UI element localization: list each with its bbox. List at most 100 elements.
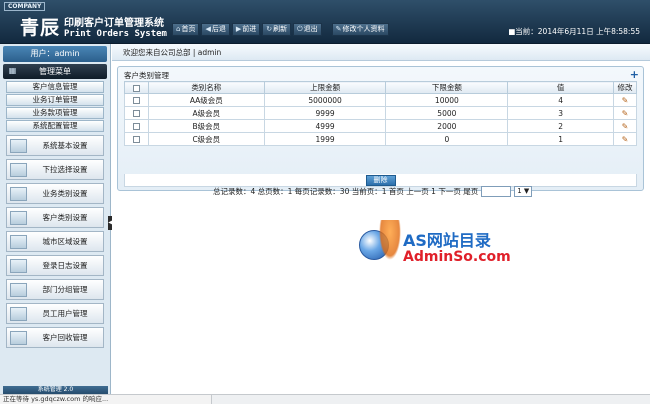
logout-button-label: 退出 — [303, 25, 318, 33]
sidebar-footer: 系统管理 2.0 — [3, 386, 108, 394]
back-button[interactable]: ◀ 后退 — [201, 23, 230, 36]
cell-name: AA级会员 — [147, 93, 265, 107]
edit-icon[interactable]: ✎ — [620, 109, 629, 118]
sidebar-item-department[interactable]: 部门分组管理 — [6, 279, 104, 300]
app-header: COMPANY 青辰 印刷客户订单管理系统 Print Orders Syste… — [0, 0, 650, 44]
logout-icon: ⏻ — [297, 25, 303, 33]
cell-edit: ✎ — [612, 119, 638, 133]
forward-button[interactable]: ▶ 前进 — [231, 23, 261, 36]
forward-button-label: 前进 — [242, 25, 257, 33]
home-button[interactable]: ⌂ 首页 — [172, 23, 200, 36]
cell-edit: ✎ — [612, 106, 638, 120]
sidebar-item-label: 客户回收管理 — [42, 333, 88, 342]
grid-icon: ▦ — [8, 66, 17, 75]
window-icon — [10, 186, 27, 201]
customer-category-panel: 客户类别管理 + 类别名称 上限金额 下限金额 值 修改 AA级会员 50000… — [117, 66, 644, 197]
row-checkbox[interactable] — [132, 97, 140, 104]
page-select[interactable]: 1 ▼ — [514, 186, 533, 197]
sidebar-item-label: 客户类别设置 — [42, 213, 88, 222]
home-icon: ⌂ — [176, 25, 181, 33]
sidebar-item-label: 部门分组管理 — [42, 285, 88, 294]
window-icon — [10, 234, 27, 249]
window-icon — [10, 138, 27, 153]
cell-edit: ✎ — [612, 132, 638, 146]
sidebar-item-label: 城市区域设置 — [42, 237, 88, 246]
sidebar-item-city-region[interactable]: 城市区域设置 — [6, 231, 104, 252]
sidebar-item-orders[interactable]: 业务订单管理 — [6, 94, 104, 106]
row-select-cell — [124, 106, 149, 120]
company-badge: COMPANY — [4, 2, 46, 11]
sidebar-item-login-log[interactable]: 登录日志设置 — [6, 255, 104, 276]
cell-lower: 10000 — [385, 93, 509, 107]
window-icon — [10, 162, 27, 177]
table-row: A级会员 9999 5000 3 ✎ — [124, 106, 638, 120]
row-checkbox[interactable] — [132, 136, 140, 143]
page-jump-input[interactable] — [481, 186, 512, 197]
current-user: 用户：admin — [3, 46, 107, 62]
menu-title-label: 管理菜单 — [39, 67, 71, 76]
welcome-bar: 欢迎您来自公司总部 | admin — [112, 44, 650, 61]
cell-lower: 2000 — [385, 119, 509, 133]
sidebar-item-basic-settings[interactable]: 系统基本设置 — [6, 135, 104, 156]
edit-profile-button[interactable]: ✎ 修改个人资料 — [331, 23, 389, 36]
window-icon — [10, 210, 27, 225]
watermark-logo: AS网站目录 AdminSo.com — [359, 218, 519, 276]
watermark-line2: AdminSo.com — [403, 249, 511, 265]
sidebar-item-business-category[interactable]: 业务类别设置 — [6, 183, 104, 204]
logout-button[interactable]: ⏻ 退出 — [293, 23, 322, 36]
window-icon — [10, 306, 27, 321]
col-header-edit: 修改 — [612, 81, 638, 94]
sidebar-item-config[interactable]: 系统配置管理 — [6, 120, 104, 132]
row-checkbox[interactable] — [132, 123, 140, 130]
table-row: C级会员 1999 0 1 ✎ — [124, 132, 638, 146]
edit-icon[interactable]: ✎ — [620, 96, 629, 105]
cell-name: B级会员 — [147, 119, 265, 133]
row-checkbox[interactable] — [132, 110, 140, 117]
select-all-header[interactable] — [124, 81, 149, 94]
edit-icon[interactable]: ✎ — [620, 122, 629, 131]
cell-name: A级会员 — [147, 106, 265, 120]
status-text: 正在等待 ys.gdqczw.com 的响应... — [0, 395, 212, 404]
back-icon: ◀ — [205, 25, 211, 33]
current-time: ■当前：2014年6月11日 上午8:58:55 — [508, 27, 640, 36]
table-row: B级会员 4999 2000 2 ✎ — [124, 119, 638, 133]
row-select-cell — [124, 119, 149, 133]
window-icon — [10, 330, 27, 345]
delete-button[interactable]: 删除 — [365, 175, 396, 186]
cell-value: 1 — [507, 132, 614, 146]
logo: 青辰 — [20, 17, 61, 39]
cell-upper: 5000000 — [263, 93, 387, 107]
sidebar-item-customer-category[interactable]: 客户类别设置 — [6, 207, 104, 228]
sidebar-item-customer-recycle[interactable]: 客户回收管理 — [6, 327, 104, 348]
forward-icon: ▶ — [235, 25, 242, 33]
sidebar-item-label: 登录日志设置 — [42, 261, 88, 270]
edit-profile-label: 修改个人资料 — [342, 25, 385, 33]
cell-upper: 1999 — [263, 132, 387, 146]
add-icon[interactable]: + — [630, 68, 639, 81]
panel-title: 客户类别管理 — [124, 71, 169, 80]
sidebar-item-customer-info[interactable]: 客户信息管理 — [6, 81, 104, 93]
edit-icon[interactable]: ✎ — [620, 135, 629, 144]
sidebar-item-employee-users[interactable]: 员工用户管理 — [6, 303, 104, 324]
browser-status-bar: 正在等待 ys.gdqczw.com 的响应... — [0, 394, 650, 404]
sidebar-item-label: 业务类别设置 — [42, 189, 88, 198]
watermark-line1: AS网站目录 — [403, 231, 491, 250]
refresh-button[interactable]: ↻ 刷新 — [262, 23, 292, 36]
cell-upper: 9999 — [263, 106, 387, 120]
sidebar-item-label: 员工用户管理 — [42, 309, 88, 318]
cell-name: C级会员 — [147, 132, 265, 146]
sidebar-item-payments[interactable]: 业务款项管理 — [6, 107, 104, 119]
row-select-cell — [124, 132, 149, 146]
cell-value: 2 — [507, 119, 614, 133]
runner-figure-icon — [379, 220, 401, 260]
window-icon — [10, 258, 27, 273]
sidebar-item-dropdown-settings[interactable]: 下拉选择设置 — [6, 159, 104, 180]
select-all-checkbox[interactable] — [132, 84, 140, 92]
cell-edit: ✎ — [612, 93, 638, 107]
menu-title[interactable]: ▦ 管理菜单 — [3, 64, 107, 79]
cell-lower: 5000 — [385, 106, 509, 120]
table-header-row: 类别名称 上限金额 下限金额 值 修改 — [124, 81, 638, 94]
col-header-upper: 上限金额 — [263, 81, 387, 94]
col-header-value: 值 — [507, 81, 614, 94]
